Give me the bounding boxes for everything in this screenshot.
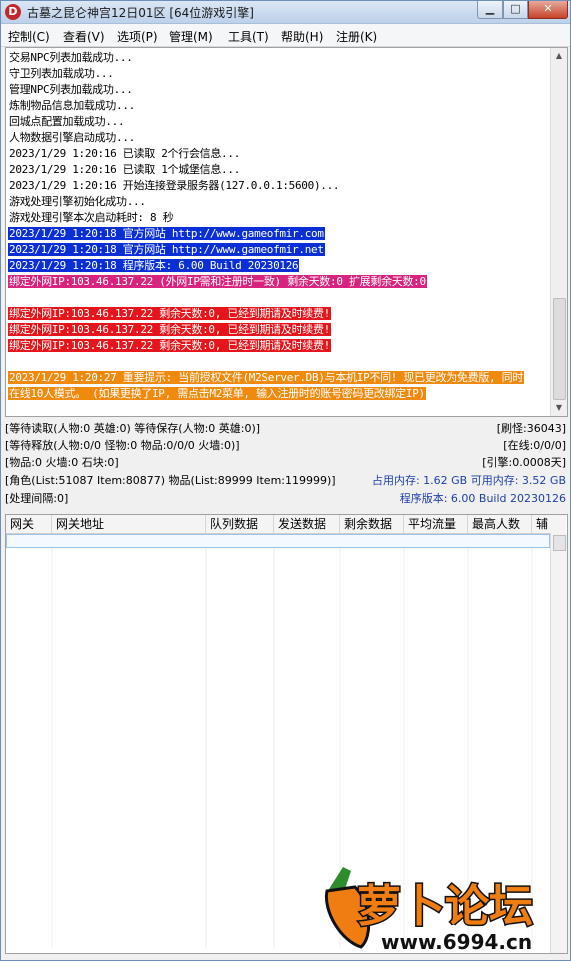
watermark-brand: 萝卜论坛 [357,881,533,932]
scroll-down-icon[interactable]: ▼ [551,400,567,416]
log-line-text: 游戏处理引擎本次启动耗时: 8 秒 [9,211,174,224]
log-line: 2023/1/29 1:20:16 已读取 2个行会信息... [8,146,552,162]
minimize-button[interactable]: ▁ [477,1,503,19]
log-line: 2023/1/29 1:20:18 官方网站 http://www.gameof… [8,226,552,242]
log-line: 绑定外网IP:103.46.137.22 剩余天数:0, 已经到期请及时续费! [8,322,552,338]
col-max-users[interactable]: 最高人数 [468,515,532,533]
log-line: 2023/1/29 1:20:16 已读取 1个城堡信息... [8,162,552,178]
log-line-text: 回城点配置加载成功... [9,115,125,128]
log-line-text: 炼制物品信息加载成功... [9,99,135,112]
log-line-text: 2023/1/29 1:20:18 官方网站 http://www.gameof… [8,227,325,240]
read-save-queue: [等待读取(人物:0 英雄:0) 等待保存(人物:0 英雄:0)] [5,422,261,435]
log-line: 回城点配置加载成功... [8,114,552,130]
log-line: 绑定外网IP:103.46.137.22 剩余天数:0, 已经到期请及时续费! [8,338,552,354]
log-line: 游戏处理引擎本次启动耗时: 8 秒 [8,210,552,226]
app-icon[interactable]: D [5,4,21,20]
memory-usage: 占用内存: 1.62 GB 可用内存: 3.52 GB [371,474,566,487]
log-line-text: 守卫列表加载成功... [9,67,114,80]
log-line-text: 2023/1/29 1:20:18 官方网站 http://www.gameof… [8,243,325,256]
grid-scroll-thumb[interactable] [553,535,566,551]
log-line: 2023/1/29 1:20:16 开始连接登录服务器(127.0.0.1:56… [8,178,552,194]
log-line-text: 绑定外网IP:103.46.137.22 (外网IP需和注册时一致) 剩余天数:… [8,275,427,288]
log-line-text: 绑定外网IP:103.46.137.22 剩余天数:0, 已经到期请及时续费! [8,307,331,320]
col-queue-data[interactable]: 队列数据 [206,515,274,533]
log-line: 管理NPC列表加载成功... [8,82,552,98]
log-line-text [8,291,10,304]
monster-refresh-count: [刷怪:36043] [496,422,566,435]
log-line: 绑定外网IP:103.46.137.22 (外网IP需和注册时一致) 剩余天数:… [8,274,552,290]
log-line: 绑定外网IP:103.46.137.22 剩余天数:0, 已经到期请及时续费! [8,306,552,322]
log-line: 2023/1/29 1:20:27 重要提示: 当前授权文件(M2Server.… [8,370,552,386]
minimize-icon: ▁ [485,2,495,15]
log-line [8,354,552,370]
close-icon: ✕ [543,2,553,15]
status-row-1: [等待读取(人物:0 英雄:0) 等待保存(人物:0 英雄:0)] [刷怪:36… [5,420,568,437]
log-line [8,290,552,306]
menu-manage[interactable]: 管理(M) [169,28,213,45]
col-remaining-data[interactable]: 剩余数据 [340,515,404,533]
col-gateway-address[interactable]: 网关地址 [52,515,206,533]
log-line-text: 2023/1/29 1:20:18 程序版本: 6.00 Build 20230… [8,259,300,272]
release-queue: [等待释放(人物:0/0 怪物:0 物品:0/0/0 火墙:0)] [5,439,240,452]
log-line: 在线10人模式。 (如果更换了IP, 需点击M2菜单, 输入注册时的账号密码更改… [8,386,552,402]
log-line-text: 2023/1/29 1:20:16 已读取 1个城堡信息... [9,163,241,176]
col-send-data[interactable]: 发送数据 [274,515,340,533]
menu-tools[interactable]: 工具(T) [228,28,269,45]
log-line-text: 游戏处理引擎初始化成功... [9,195,146,208]
menu-register[interactable]: 注册(K) [336,28,377,45]
log-line-text: 人物数据引擎启动成功... [9,131,135,144]
window-title: 古墓之昆仑神宫12日01区 [64位游戏引擎] [27,6,254,20]
log-scrollbar[interactable]: ▲ ▼ [550,48,567,416]
col-aux[interactable]: 辅 [532,515,566,533]
log-line: 交易NPC列表加载成功... [8,50,552,66]
online-count: [在线:0/0/0] [503,439,566,452]
status-row-5: [处理间隔:0] 程序版本: 6.00 Build 20230126 [5,490,568,507]
grid-selected-row[interactable] [6,534,550,548]
watermark-url: www.6994.cn [381,930,532,954]
program-version: 程序版本: 6.00 Build 20230126 [399,492,566,505]
title-bar[interactable]: D 古墓之昆仑神宫12日01区 [64位游戏引擎] ▁ □ ✕ [1,1,570,24]
log-lines: 交易NPC列表加载成功... 守卫列表加载成功... 管理NPC列表加载成功... 炼… [8,50,552,402]
status-row-2: [等待释放(人物:0/0 怪物:0 物品:0/0/0 火墙:0)] [在线:0/… [5,437,568,454]
log-line-text: 2023/1/29 1:20:16 已读取 2个行会信息... [9,147,241,160]
log-line-text: 2023/1/29 1:20:16 开始连接登录服务器(127.0.0.1:56… [9,179,340,192]
close-button[interactable]: ✕ [528,1,568,19]
status-row-3: [物品:0 火墙:0 石块:0] [引擎:0.0008天] [5,454,568,471]
log-line-text: 绑定外网IP:103.46.137.22 剩余天数:0, 已经到期请及时续费! [8,339,331,352]
col-avg-traffic[interactable]: 平均流量 [404,515,468,533]
item-counts: [物品:0 火墙:0 石块:0] [5,456,119,469]
engine-uptime: [引擎:0.0008天] [482,456,566,469]
server-window: D 古墓之昆仑神宫12日01区 [64位游戏引擎] ▁ □ ✕ 控制(C) 查看… [0,0,571,961]
col-gateway[interactable]: 网关 [6,515,52,533]
log-line-text: 2023/1/29 1:20:27 重要提示: 当前授权文件(M2Server.… [8,371,525,384]
menu-options[interactable]: 选项(P) [117,28,158,45]
log-line: 人物数据引擎启动成功... [8,130,552,146]
menu-help[interactable]: 帮助(H) [281,28,323,45]
log-line-text: 在线10人模式。 (如果更换了IP, 需点击M2菜单, 输入注册时的账号密码更改… [8,387,426,400]
log-line: 守卫列表加载成功... [8,66,552,82]
menu-bar: 控制(C) 查看(V) 选项(P) 管理(M) 工具(T) 帮助(H) 注册(K… [1,24,570,47]
log-line-text: 交易NPC列表加载成功... [9,51,133,64]
scroll-up-icon[interactable]: ▲ [551,48,567,64]
grid-header: 网关 网关地址 队列数据 发送数据 剩余数据 平均流量 最高人数 辅 [6,515,566,534]
menu-view[interactable]: 查看(V) [63,28,105,45]
log-line-text: 管理NPC列表加载成功... [9,83,133,96]
maximize-button[interactable]: □ [503,1,528,19]
scroll-thumb[interactable] [553,298,566,400]
menu-control[interactable]: 控制(C) [8,28,50,45]
watermark-logo: 萝卜论坛 www.6994.cn [324,867,535,954]
log-line-text: 绑定外网IP:103.46.137.22 剩余天数:0, 已经到期请及时续费! [8,323,331,336]
log-line: 炼制物品信息加载成功... [8,98,552,114]
log-panel[interactable]: 交易NPC列表加载成功... 守卫列表加载成功... 管理NPC列表加载成功... 炼… [5,47,568,417]
maximize-icon: □ [510,2,521,15]
status-row-4: [角色(List:51087 Item:80877) 物品(List:89999… [5,472,568,489]
list-counts: [角色(List:51087 Item:80877) 物品(List:89999… [5,474,336,487]
log-line: 2023/1/29 1:20:18 程序版本: 6.00 Build 20230… [8,258,552,274]
log-line: 游戏处理引擎初始化成功... [8,194,552,210]
process-interval: [处理间隔:0] [5,492,69,505]
log-line: 2023/1/29 1:20:18 官方网站 http://www.gameof… [8,242,552,258]
log-line-text [8,355,10,368]
